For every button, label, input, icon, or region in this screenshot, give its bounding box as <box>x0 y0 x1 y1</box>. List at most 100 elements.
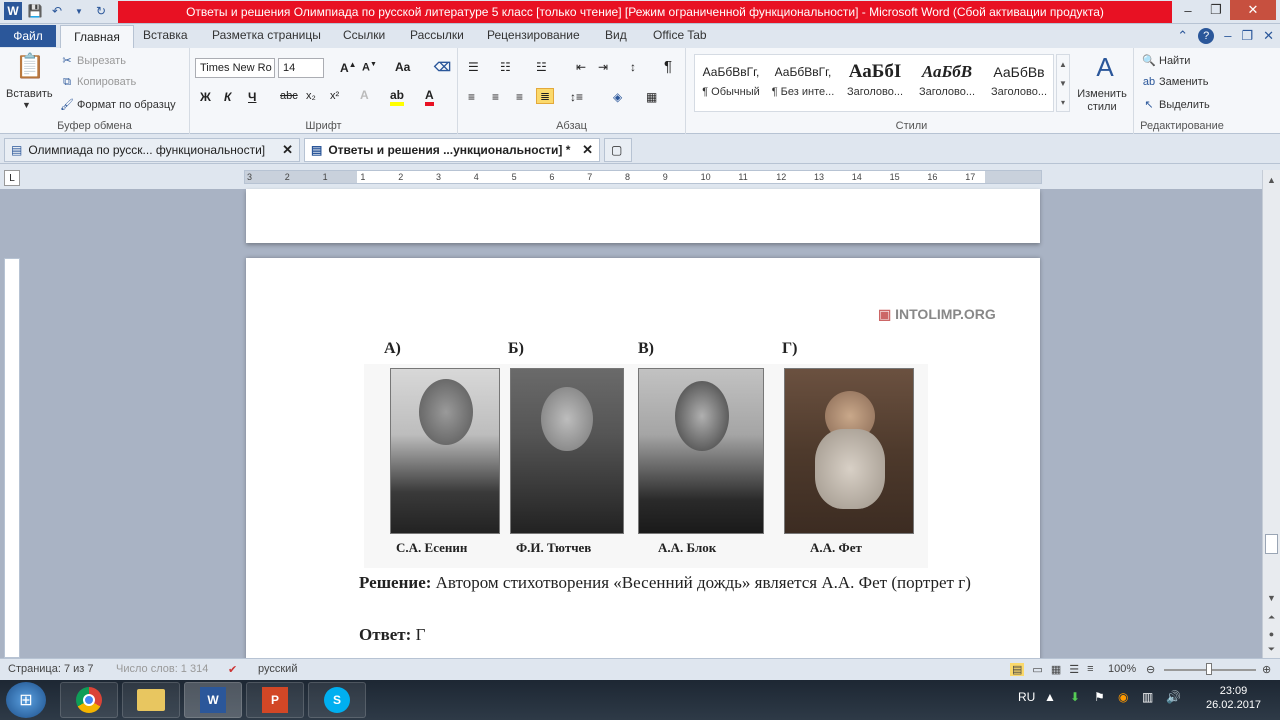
bold-button[interactable]: Ж <box>200 90 211 104</box>
print-layout-icon[interactable]: ▤ <box>1010 663 1025 676</box>
styles-scroll[interactable]: ▲ ▼ ▾ <box>1056 54 1070 112</box>
style-normal[interactable]: АаБбВвГг, ¶ Обычный <box>696 58 766 106</box>
page-count[interactable]: Страница: 7 из 7 <box>8 663 94 675</box>
undo-icon[interactable]: ↶ <box>48 2 66 20</box>
powerpoint-icon[interactable]: P <box>246 682 304 718</box>
prev-page-icon[interactable]: ⏶ <box>1264 610 1279 625</box>
tab-references[interactable]: Ссылки <box>343 28 385 42</box>
outline-icon[interactable]: ☰ <box>1069 663 1079 676</box>
skype-icon[interactable]: S <box>308 682 366 718</box>
justify-icon[interactable]: ≣ <box>536 88 555 104</box>
close-tab-icon[interactable]: ✕ <box>582 142 593 158</box>
bullets-icon[interactable]: ☰ <box>468 60 479 74</box>
show-hidden-icons[interactable]: ▲ <box>1044 690 1056 704</box>
sort-icon[interactable]: ↕ <box>630 60 636 74</box>
align-center-icon[interactable]: ≡ <box>492 90 499 104</box>
align-left-icon[interactable]: ≡ <box>468 90 475 104</box>
zoom-out-icon[interactable]: ⊖ <box>1146 663 1155 676</box>
zoom-in-icon[interactable]: ⊕ <box>1262 663 1271 676</box>
paste-button[interactable]: Вставить <box>6 88 53 100</box>
draft-icon[interactable]: ≡ <box>1087 663 1093 676</box>
clear-format-icon[interactable]: ⌫ <box>434 60 451 74</box>
doc-restore-icon[interactable]: ❐ <box>1241 28 1253 44</box>
paste-dropdown-icon[interactable]: ▼ <box>22 100 31 110</box>
tab-review[interactable]: Рецензирование <box>487 28 580 42</box>
change-styles-button[interactable]: Изменить стили <box>1074 88 1130 114</box>
tab-office-tab[interactable]: Office Tab <box>653 28 707 42</box>
word-count[interactable]: Число слов: 1 314 <box>116 663 208 675</box>
new-tab-button[interactable]: ▢ <box>604 138 632 162</box>
superscript-button[interactable]: x² <box>330 90 339 102</box>
tab-insert[interactable]: Вставка <box>143 28 188 42</box>
help-icon[interactable]: ? <box>1198 28 1215 44</box>
find-button[interactable]: 🔍 Найти <box>1142 54 1190 67</box>
tab-stop-selector[interactable]: L <box>4 170 20 186</box>
borders-icon[interactable]: ▦ <box>646 90 657 104</box>
shading-icon[interactable]: ◈ <box>613 90 622 104</box>
start-button[interactable]: ⊞ <box>6 682 46 718</box>
pilcrow-icon[interactable]: ¶ <box>664 58 672 75</box>
horizontal-ruler[interactable]: 3 2 1 1 2 3 4 5 6 7 8 9 10 11 12 13 14 15 16 17 <box>244 170 1042 184</box>
tab-layout[interactable]: Разметка страницы <box>212 28 321 42</box>
doc-tab-answers[interactable]: ▤ Ответы и решения ...ункциональности] *… <box>304 138 600 162</box>
flag-icon[interactable]: ⚑ <box>1094 690 1105 704</box>
style-no-spacing[interactable]: АаБбВвГг, ¶ Без инте... <box>768 58 838 106</box>
change-case-button[interactable]: Aa <box>395 60 410 74</box>
tab-mailings[interactable]: Рассылки <box>410 28 464 42</box>
scroll-down-icon[interactable]: ▼ <box>1264 590 1279 605</box>
collapse-ribbon-icon[interactable]: ⌃ <box>1177 28 1188 44</box>
language[interactable]: русский <box>258 663 297 675</box>
redo-icon[interactable]: ↻ <box>92 2 110 20</box>
vertical-scrollbar[interactable]: ▲ ▼ ⏶ ● ⏷ <box>1262 170 1280 658</box>
replace-button[interactable]: ab Заменить <box>1142 76 1209 88</box>
select-browse-object-icon[interactable]: ● <box>1264 626 1279 641</box>
web-layout-icon[interactable]: ▦ <box>1051 663 1061 676</box>
tab-home[interactable]: Главная <box>60 25 134 48</box>
restore-button[interactable]: ❐ <box>1202 0 1230 20</box>
multilevel-list-icon[interactable]: ☳ <box>536 60 547 74</box>
close-tab-icon[interactable]: ✕ <box>282 142 293 158</box>
dropdown-icon[interactable]: ▼ <box>70 2 88 20</box>
shrink-font-icon[interactable]: A▼ <box>362 61 377 74</box>
strike-button[interactable]: abc <box>280 90 298 102</box>
network-icon[interactable]: ▥ <box>1142 690 1153 704</box>
underline-button[interactable]: Ч <box>248 90 256 104</box>
next-page-icon[interactable]: ⏷ <box>1264 642 1279 657</box>
cut-button[interactable]: ✂ Вырезать <box>60 54 126 67</box>
current-page[interactable]: ▣ INTOLIMP.ORG А) Б) В) Г) С.А. Есенин Ф… <box>246 258 1040 678</box>
font-color-icon[interactable]: A <box>425 88 434 106</box>
app-tray-icon[interactable]: ◉ <box>1118 690 1128 704</box>
close-button[interactable]: ✕ <box>1230 0 1276 20</box>
full-screen-icon[interactable]: ▭ <box>1032 663 1042 676</box>
volume-icon[interactable]: 🔊 <box>1166 690 1181 704</box>
doc-minimize-icon[interactable]: – <box>1224 28 1231 44</box>
style-heading3[interactable]: АаБбВв Заголово... <box>984 58 1054 106</box>
clock[interactable]: 23:09 26.02.2017 <box>1206 684 1261 712</box>
minimize-button[interactable]: – <box>1174 0 1202 20</box>
save-icon[interactable]: 💾 <box>26 2 44 20</box>
zoom-level[interactable]: 100% <box>1108 663 1136 675</box>
scroll-thumb[interactable] <box>1265 534 1278 554</box>
copy-button[interactable]: ⧉ Копировать <box>60 76 136 89</box>
highlight-icon[interactable]: ab <box>390 88 405 106</box>
doc-close-icon[interactable]: ✕ <box>1263 28 1274 44</box>
spelling-icon[interactable]: ✔ <box>228 663 237 676</box>
format-painter-button[interactable]: 🖌 Формат по образцу <box>60 98 176 111</box>
text-effects-icon[interactable]: A <box>360 88 369 102</box>
style-heading1[interactable]: АаБбI Заголово... <box>840 58 910 106</box>
chrome-icon[interactable] <box>60 682 118 718</box>
select-button[interactable]: ↖ Выделить <box>1142 98 1209 111</box>
paste-icon[interactable]: 📋 <box>10 52 50 86</box>
word-taskbar-icon[interactable]: W <box>184 682 242 718</box>
subscript-button[interactable]: x₂ <box>306 90 316 102</box>
scroll-up-icon[interactable]: ▲ <box>1264 172 1279 187</box>
italic-button[interactable]: К <box>224 90 231 104</box>
font-name-combo[interactable]: Times New Ro <box>195 58 275 78</box>
font-size-combo[interactable]: 14 <box>278 58 324 78</box>
vertical-ruler[interactable] <box>4 258 20 658</box>
line-spacing-icon[interactable]: ↕≡ <box>570 90 583 104</box>
align-right-icon[interactable]: ≡ <box>516 90 523 104</box>
tab-view[interactable]: Вид <box>605 28 627 42</box>
zoom-slider-thumb[interactable] <box>1206 663 1212 675</box>
tab-file[interactable]: Файл <box>0 25 56 47</box>
